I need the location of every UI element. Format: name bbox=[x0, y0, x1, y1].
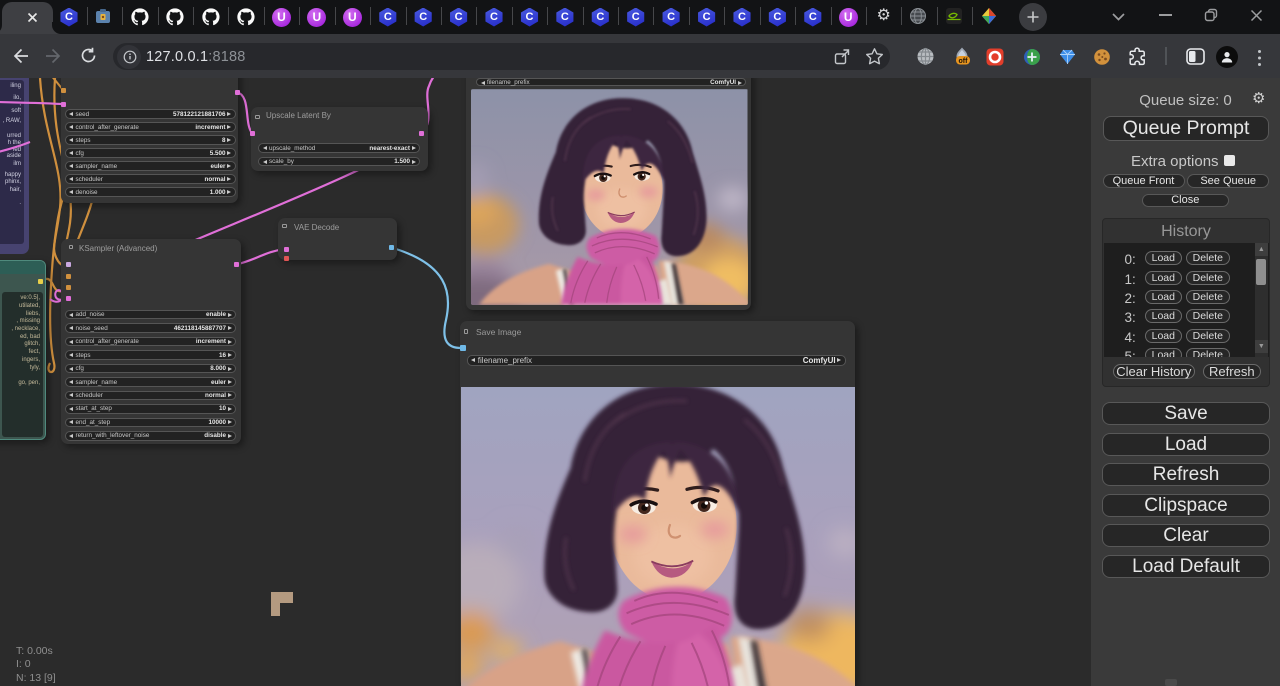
svg-text:off: off bbox=[959, 58, 969, 65]
